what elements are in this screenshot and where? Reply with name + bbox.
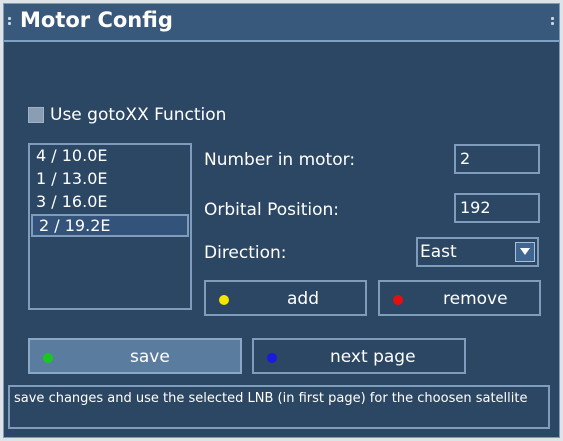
grip-left-icon <box>8 17 12 29</box>
satellite-list-item-selected[interactable]: 2 / 19.2E <box>31 214 189 237</box>
direction-value: East <box>420 242 457 262</box>
grip-right-icon <box>551 17 555 29</box>
window-title: Motor Config <box>20 8 173 32</box>
use-gotoxx-option[interactable]: Use gotoXX Function <box>28 104 226 126</box>
orbital-position-field[interactable]: 192 <box>454 193 540 223</box>
blue-dot-icon <box>267 353 277 363</box>
help-status-bar: save changes and use the selected LNB (i… <box>8 385 550 429</box>
add-button[interactable]: add <box>204 280 367 316</box>
remove-button-label: remove <box>443 289 508 309</box>
add-button-label: add <box>287 289 319 309</box>
title-bar: Motor Config <box>4 4 559 42</box>
satellite-list[interactable]: 4 / 10.0E 1 / 13.0E 3 / 16.0E 2 / 19.2E <box>28 143 192 310</box>
red-dot-icon <box>393 295 403 305</box>
chevron-down-icon[interactable] <box>515 242 535 262</box>
green-dot-icon <box>43 353 53 363</box>
remove-button[interactable]: remove <box>378 280 541 316</box>
number-in-motor-label: Number in motor: <box>204 150 356 170</box>
save-button[interactable]: save <box>28 338 242 374</box>
orbital-position-label: Orbital Position: <box>204 200 340 220</box>
direction-label: Direction: <box>204 243 287 263</box>
satellite-list-item[interactable]: 1 / 13.0E <box>30 168 190 191</box>
use-gotoxx-label: Use gotoXX Function <box>50 105 227 125</box>
save-button-label: save <box>130 347 170 367</box>
direction-select[interactable]: East <box>416 237 539 267</box>
use-gotoxx-checkbox[interactable] <box>28 107 44 123</box>
next-page-button[interactable]: next page <box>252 338 466 374</box>
satellite-list-item[interactable]: 3 / 16.0E <box>30 191 190 214</box>
satellite-list-item[interactable]: 4 / 10.0E <box>30 145 190 168</box>
number-in-motor-field[interactable]: 2 <box>454 144 540 174</box>
next-page-button-label: next page <box>330 347 416 367</box>
yellow-dot-icon <box>219 295 229 305</box>
help-text: save changes and use the selected LNB (i… <box>14 391 528 406</box>
